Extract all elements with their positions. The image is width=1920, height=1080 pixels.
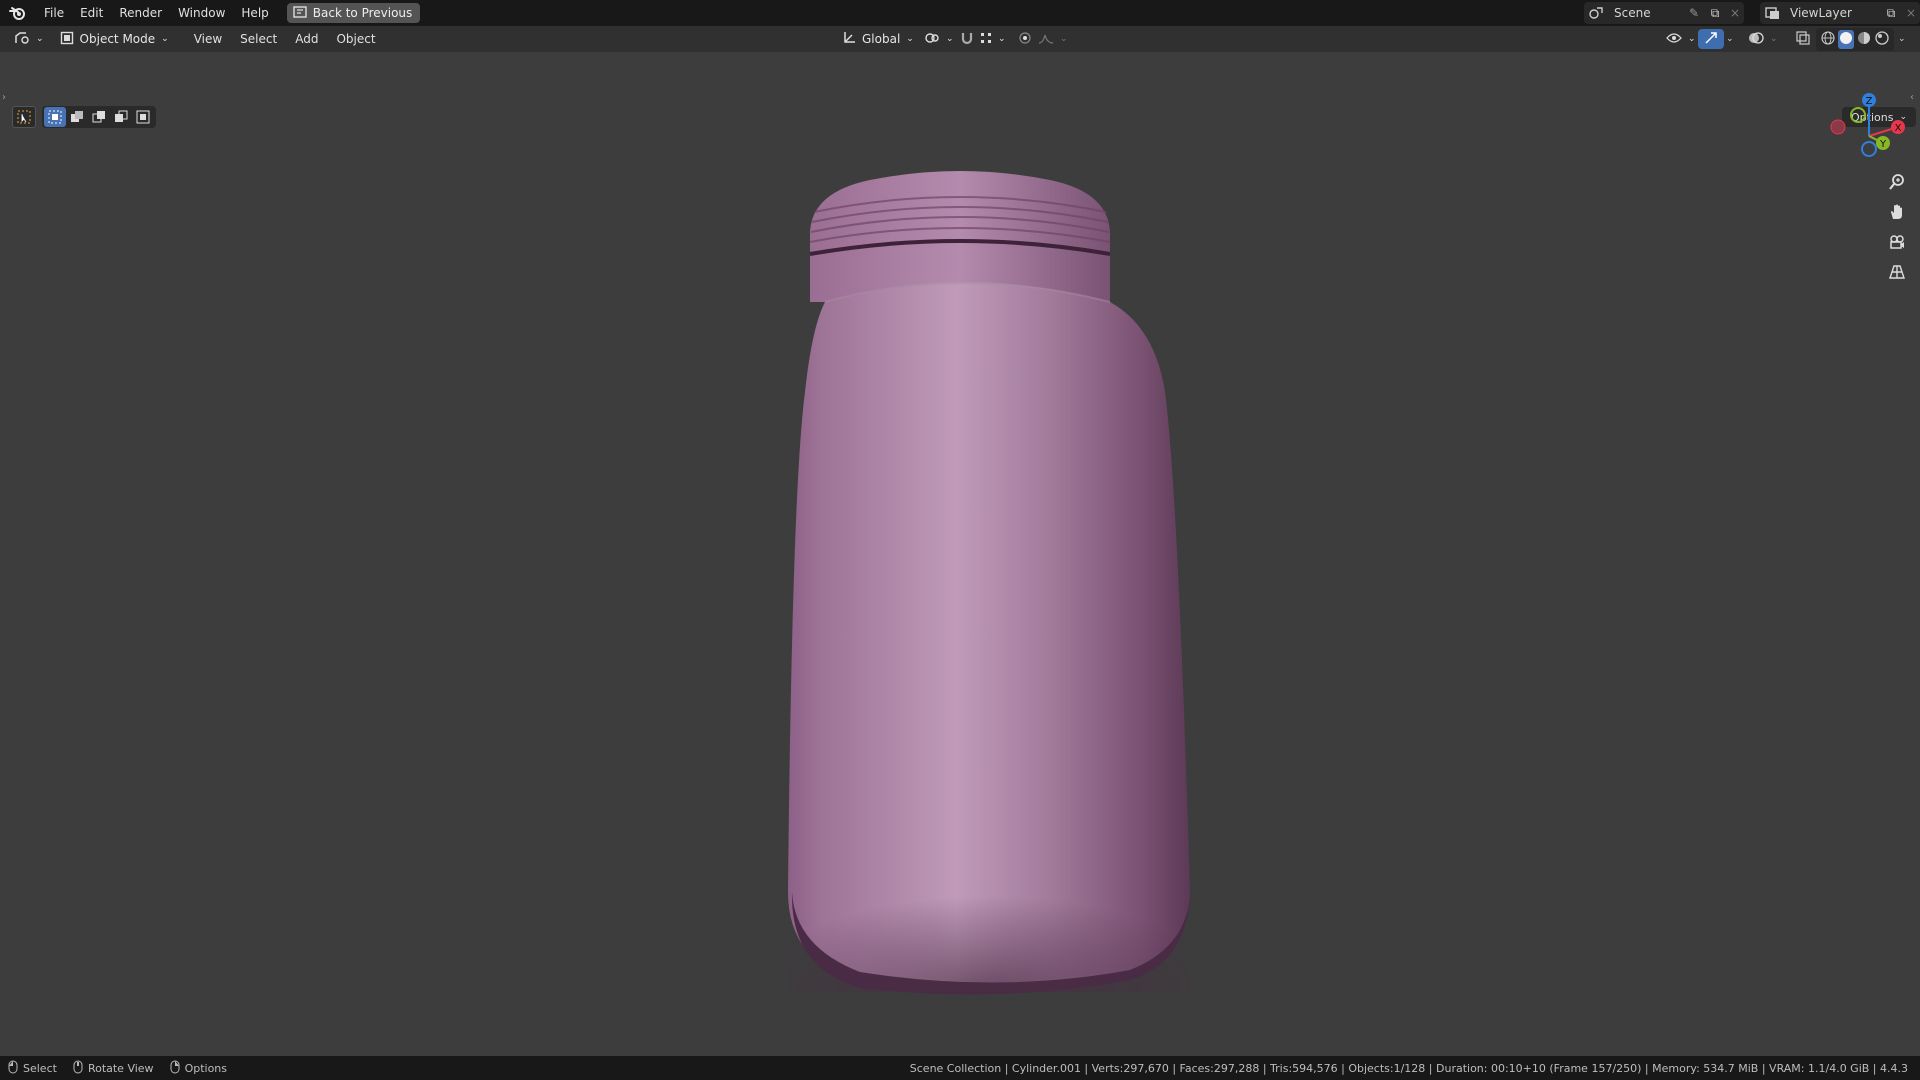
eye-icon	[1666, 32, 1682, 47]
visibility-dropdown[interactable]: ⌄	[1660, 29, 1702, 49]
chevron-down-icon: ⌄	[1060, 34, 1068, 44]
transform-orientation-dropdown[interactable]: Global ⌄	[836, 29, 920, 49]
mouse-middle-icon	[73, 1060, 83, 1077]
menu-window[interactable]: Window	[170, 0, 233, 26]
3d-viewport-icon	[14, 31, 30, 48]
solid-shading-icon[interactable]	[1838, 29, 1854, 49]
gizmo-icon	[1704, 31, 1718, 48]
negative-x-axis[interactable]	[1830, 119, 1846, 135]
status-hint-options: Options	[162, 1060, 235, 1077]
status-hint-label: Rotate View	[87, 1061, 154, 1075]
menu-file[interactable]: File	[36, 0, 72, 26]
orientation-icon	[842, 31, 856, 48]
proportional-editing-toggle[interactable]: ⌄	[1012, 29, 1074, 49]
viewport-header: ⌄ Object Mode ⌄ View Select Add Object G…	[0, 26, 1920, 52]
object-mode-icon	[60, 31, 74, 48]
falloff-icon	[1038, 32, 1054, 47]
close-icon[interactable]: ×	[1902, 6, 1920, 20]
chevron-down-icon: ⌄	[36, 34, 44, 44]
shading-mode-group	[1816, 27, 1894, 51]
pan-hand-icon[interactable]	[1884, 199, 1910, 225]
jar-object[interactable]	[700, 132, 1220, 1012]
menu-help[interactable]: Help	[233, 0, 276, 26]
chevron-down-icon: ⌄	[998, 34, 1006, 44]
snap-grid-icon	[980, 32, 992, 47]
status-hint-label: Select	[23, 1061, 57, 1075]
scene-selector[interactable]: Scene ✎ ⧉ ×	[1584, 2, 1744, 24]
select-box-tool-icon[interactable]	[12, 106, 36, 128]
extend-selection-icon[interactable]	[66, 107, 88, 127]
xray-icon	[1796, 30, 1810, 48]
gizmo-toggle[interactable]	[1698, 29, 1724, 49]
subtract-selection-icon[interactable]	[88, 107, 110, 127]
xray-toggle[interactable]	[1790, 29, 1816, 49]
editor-type-dropdown[interactable]: ⌄	[8, 29, 50, 49]
overlays-toggle[interactable]: ⌄	[1742, 29, 1784, 49]
zoom-icon[interactable]	[1884, 169, 1910, 195]
chevron-down-icon: ⌄	[906, 34, 914, 44]
status-hint-label: Options	[184, 1061, 228, 1075]
rendered-shading-icon[interactable]	[1874, 30, 1890, 49]
proportional-icon	[1018, 31, 1032, 48]
menu-add[interactable]: Add	[286, 32, 327, 46]
y-axis-label: Y	[1879, 139, 1887, 150]
viewlayer-name[interactable]: ViewLayer	[1786, 6, 1880, 20]
snap-toggle[interactable]: ⌄	[954, 29, 1012, 49]
chevron-down-icon[interactable]: ⌄	[1726, 34, 1734, 44]
intersect-selection-icon[interactable]	[132, 107, 154, 127]
x-axis-label: X	[1895, 123, 1902, 134]
mouse-right-icon	[170, 1060, 180, 1077]
chevron-down-icon: ⌄	[161, 34, 169, 44]
mode-dropdown[interactable]: Object Mode ⌄	[54, 29, 175, 49]
select-tool-row	[12, 106, 36, 128]
chevron-down-icon[interactable]: ⌄	[1898, 34, 1906, 44]
back-to-previous-button[interactable]: Back to Previous	[286, 3, 421, 23]
menu-render[interactable]: Render	[111, 0, 170, 26]
mode-label: Object Mode	[79, 32, 156, 46]
negative-y-axis[interactable]	[1850, 107, 1866, 123]
wireframe-shading-icon[interactable]	[1820, 30, 1836, 49]
3d-viewport[interactable]: Options ⌄ › ‹ Z X Y	[0, 52, 1920, 1056]
viewlayer-icon[interactable]	[1760, 6, 1786, 20]
blender-logo-icon[interactable]	[0, 0, 36, 26]
chevron-down-icon: ⌄	[1770, 34, 1778, 44]
viewlayer-selector[interactable]: ViewLayer ⧉ ×	[1760, 2, 1920, 24]
new-scene-icon[interactable]: ⧉	[1704, 6, 1726, 21]
status-bar: Select Rotate View Options Scene Collect…	[0, 1056, 1920, 1080]
toolbar-expand-icon[interactable]: ›	[2, 92, 6, 103]
scene-icon[interactable]	[1584, 6, 1610, 20]
mouse-left-icon	[8, 1060, 18, 1077]
chevron-down-icon: ⌄	[946, 34, 954, 44]
back-icon	[293, 5, 307, 21]
scene-name[interactable]: Scene	[1610, 6, 1684, 20]
navigation-gizmo[interactable]: Z X Y	[1824, 86, 1914, 176]
scene-statistics: Scene Collection | Cylinder.001 | Verts:…	[909, 1061, 1908, 1075]
perspective-ortho-icon[interactable]	[1884, 259, 1910, 285]
negative-z-axis[interactable]	[1861, 141, 1877, 157]
pin-icon[interactable]: ✎	[1684, 6, 1704, 20]
menu-edit[interactable]: Edit	[72, 0, 111, 26]
chevron-down-icon: ⌄	[1688, 34, 1696, 44]
camera-view-icon[interactable]	[1884, 229, 1910, 255]
pivot-icon	[924, 31, 940, 48]
close-icon[interactable]: ×	[1726, 6, 1744, 20]
selection-mode-group	[42, 106, 156, 128]
z-axis-label: Z	[1866, 96, 1873, 107]
menu-select[interactable]: Select	[231, 32, 286, 46]
back-to-previous-label: Back to Previous	[312, 6, 413, 20]
set-new-selection-icon[interactable]	[44, 107, 66, 127]
new-viewlayer-icon[interactable]: ⧉	[1880, 6, 1902, 21]
magnet-icon	[960, 31, 974, 48]
menu-object[interactable]: Object	[327, 32, 384, 46]
status-hint-rotate: Rotate View	[65, 1060, 162, 1077]
invert-selection-icon[interactable]	[110, 107, 132, 127]
status-hint-select: Select	[0, 1060, 65, 1077]
orientation-label: Global	[862, 32, 901, 46]
overlays-icon	[1748, 31, 1764, 48]
top-bar: File Edit Render Window Help Back to Pre…	[0, 0, 1920, 26]
menu-view[interactable]: View	[185, 32, 231, 46]
material-preview-icon[interactable]	[1856, 30, 1872, 49]
